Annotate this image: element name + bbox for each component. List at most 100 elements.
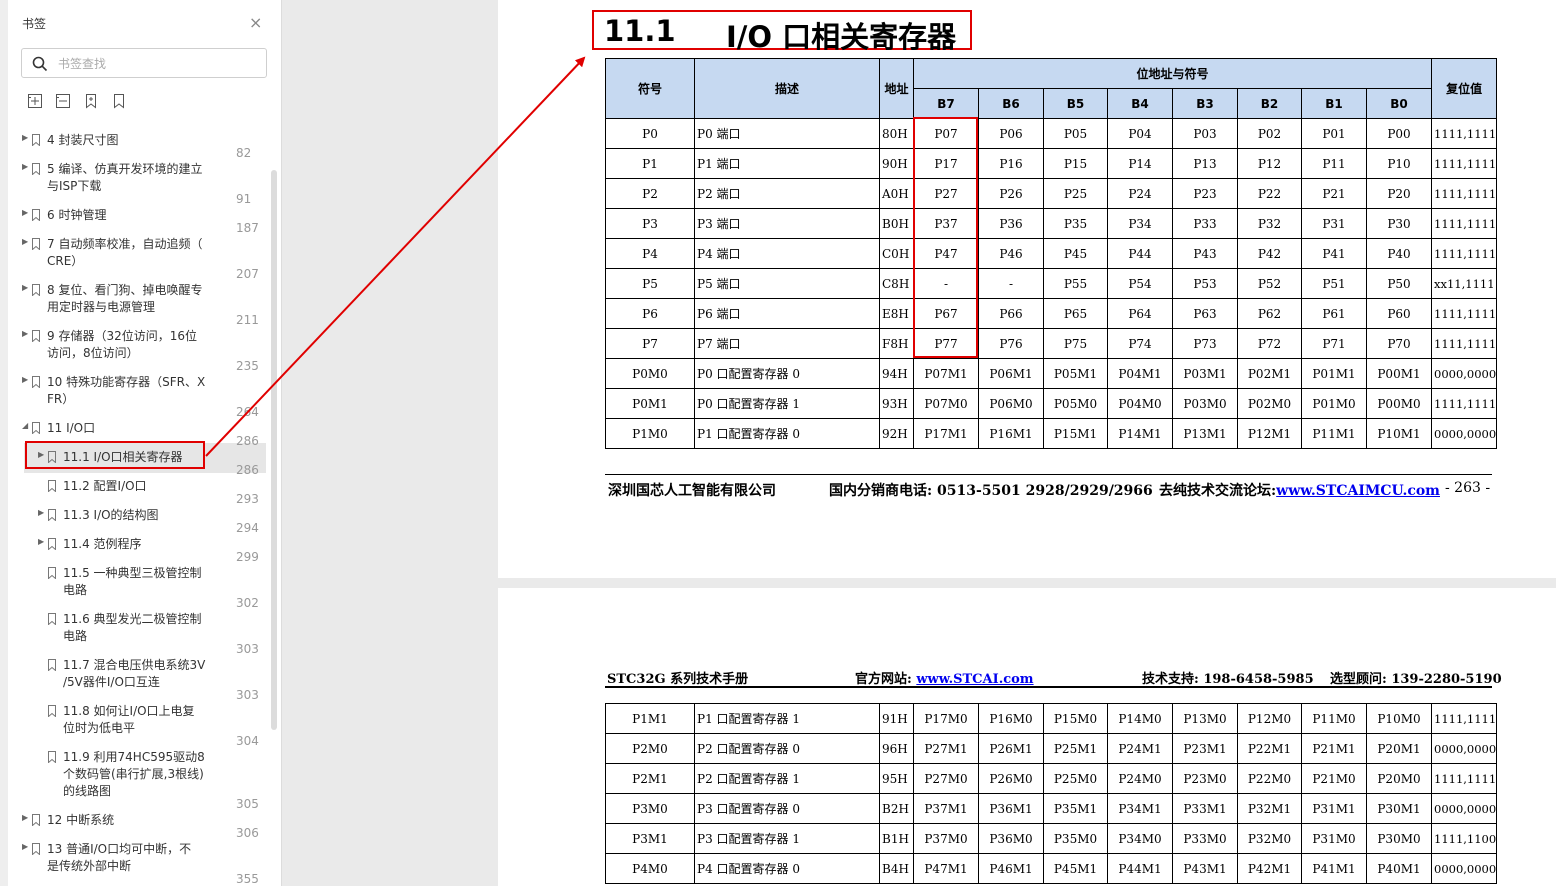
bookmark-icon[interactable] [111,93,127,109]
table-cell: P32M1 [1237,793,1302,824]
bookmark-label: 8 复位、看门狗、掉电唤醒专 用定时器与电源管理 [47,283,203,314]
collapsed-arrow-icon[interactable]: ▶ [22,208,28,217]
footer-company: 深圳国芯人工智能有限公司 [608,483,776,499]
table-cell: P2 口配置寄存器 1 [694,763,880,794]
table-cell: P0M1 [605,388,695,419]
table-cell: P2 端口 [694,178,880,209]
collapse-all-icon[interactable] [55,93,71,109]
table-cell: P30M0 [1366,823,1432,854]
table-cell: 0000,0000 [1430,358,1498,389]
table-row: P7 P7 端口 F8H P77 P76 P75 P74 P73 P72 P71 P70 1111,1… [605,328,1498,359]
header-bit: B1 [1301,88,1367,119]
table-cell: P11 [1301,148,1367,179]
table-cell: P00M1 [1366,358,1432,389]
bookmark-flag-icon [32,209,40,221]
bookmark-flag-icon [48,567,56,579]
section-title: I/O 口相关寄存器 [726,20,957,54]
table-cell: P25M0 [1043,763,1108,794]
table-cell: 1111,1111 [1430,118,1498,149]
table-cell: P43M1 [1172,853,1238,884]
table-cell: 1111,1111 [1430,298,1498,329]
table-cell: P70 [1366,328,1432,359]
header-reset-value: 复位值 [1430,58,1498,119]
bookmark-page-number: 355 [236,872,259,886]
collapsed-arrow-icon[interactable]: ▶ [38,508,44,517]
expanded-arrow-icon[interactable]: ◢ [22,421,28,430]
collapsed-arrow-icon[interactable]: ▶ [22,329,28,338]
table-cell: P0 口配置寄存器 1 [694,388,880,419]
collapsed-arrow-icon[interactable]: ▶ [22,813,28,822]
table-cell: P04M0 [1107,388,1173,419]
collapsed-arrow-icon[interactable]: ▶ [22,375,28,384]
table-row: P3M1 P3 口配置寄存器 1 B1H P37M0 P36M0 P35M0 P34M0 P3… [605,823,1498,854]
footer-rule [605,474,1492,475]
table-row: P2M1 P2 口配置寄存器 1 95H P27M0 P26M0 P25M0 P24M0 P2… [605,763,1498,794]
table-cell: P0 口配置寄存器 0 [694,358,880,389]
bookmark-page-number: 286 [236,434,259,448]
collapsed-arrow-icon[interactable]: ▶ [38,537,44,546]
table-cell: P22M0 [1237,763,1302,794]
table-cell: P3M0 [605,793,695,824]
table-cell: P75 [1043,328,1108,359]
collapsed-arrow-icon[interactable]: ▶ [22,842,28,851]
table-cell: P02M0 [1237,388,1302,419]
bookmark-label: 9 存储器（32位访问，16位 访问，8位访问） [47,329,197,360]
bookmark-label: 12 中断系统 [47,813,115,827]
table-cell: P64 [1107,298,1173,329]
table-cell: P4 端口 [694,238,880,269]
table-cell: P33M0 [1172,823,1238,854]
scrollbar-thumb[interactable] [271,170,277,730]
table-cell: P25 [1043,178,1108,209]
collapsed-arrow-icon[interactable]: ▶ [22,133,28,142]
table-cell: P31M1 [1301,793,1367,824]
table-cell: P71 [1301,328,1367,359]
collapsed-arrow-icon[interactable]: ▶ [22,162,28,171]
table-cell: P63 [1172,298,1238,329]
table-row: P6 P6 端口 E8H P67 P66 P65 P64 P63 P62 P61 P60 1111,1… [605,298,1498,329]
header-manual-title: STC32G 系列技术手册 [607,672,749,687]
add-bookmark-icon[interactable] [83,93,99,109]
table-cell: P05M0 [1043,388,1108,419]
bookmark-search-box[interactable] [21,48,267,78]
forum-link[interactable]: www.STCAIMCU.com [1276,483,1440,499]
collapsed-arrow-icon[interactable]: ▶ [22,237,28,246]
bookmark-search-input[interactable] [56,55,260,73]
table-cell: P44 [1107,238,1173,269]
table-cell: P55 [1043,268,1108,299]
bookmark-flag-icon [32,238,40,250]
footer-forum-label: 去纯技术交流论坛: [1159,483,1277,499]
collapsed-arrow-icon[interactable]: ▶ [22,283,28,292]
annotation-box-b7-column [913,117,978,358]
bookmark-page-number: 82 [236,146,252,160]
bookmark-label: 11.4 范例程序 [63,537,142,551]
expand-all-icon[interactable] [27,93,43,109]
bookmark-flag-icon [32,163,40,175]
table-cell: 1111,1111 [1430,763,1498,794]
table-cell: P73 [1172,328,1238,359]
header-bit: B3 [1172,88,1238,119]
table-cell: P24 [1107,178,1173,209]
io-register-table: 符号 描述 地址 位地址与符号 复位值 B7 B6 B5 B4 B3 B2 B1 B0 P0 P… [605,58,1498,449]
footer-phone: 国内分销商电话: 0513-5501 2928/2929/2966 [829,483,1153,499]
table-cell: P34M1 [1107,793,1173,824]
bookmark-flag-icon [48,480,56,492]
close-icon[interactable]: × [249,14,262,32]
table-cell: P37M1 [913,793,979,824]
table-cell: 90H [879,148,914,179]
io-register-table-continued: P1M1 P1 口配置寄存器 1 91H P17M0 P16M0 P15M0 P14M0 P1… [605,703,1498,884]
bookmark-label: 11.9 利用74HC595驱动8 个数码管(串行扩展,3根线) 的线路图 [63,750,205,798]
table-cell: 92H [879,418,914,449]
table-cell: P04 [1107,118,1173,149]
table-cell: P35M0 [1043,823,1108,854]
table-cell: P20 [1366,178,1432,209]
site-link[interactable]: www.STCAI.com [916,672,1033,687]
table-cell: P01M1 [1301,358,1367,389]
panel-edge [0,0,8,886]
table-cell: 94H [879,358,914,389]
table-cell: P5 [605,268,695,299]
table-cell: P1M1 [605,703,695,734]
bookmark-flag-icon [32,284,40,296]
table-cell: P22 [1237,178,1302,209]
table-cell: 96H [879,733,914,764]
table-row: P1M1 P1 口配置寄存器 1 91H P17M0 P16M0 P15M0 P14M0 P1… [605,703,1498,734]
